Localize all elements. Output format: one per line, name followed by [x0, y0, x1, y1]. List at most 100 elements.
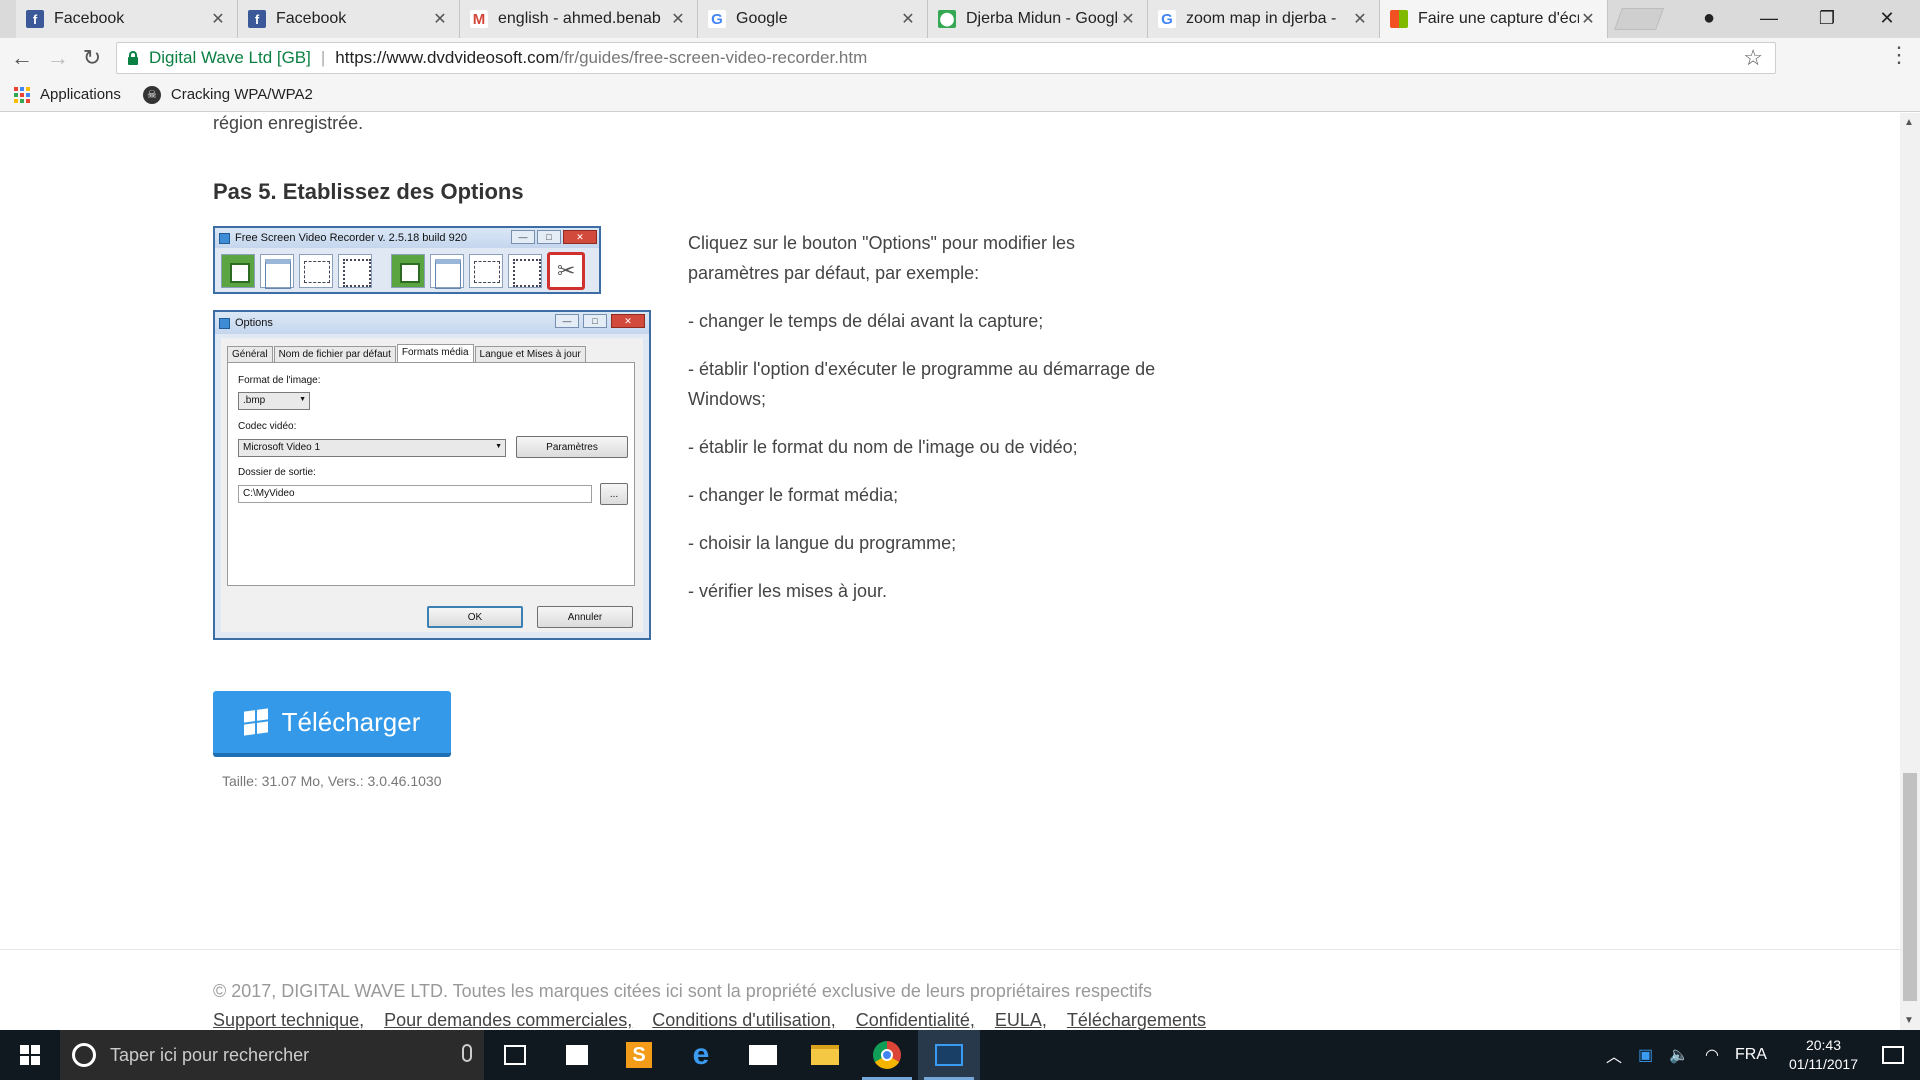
maximize-icon: □ [537, 230, 561, 244]
clock[interactable]: 20:43 01/11/2017 [1789, 1036, 1858, 1074]
capture-buttons [221, 252, 590, 290]
edge-button[interactable]: e [670, 1030, 732, 1080]
close-tab-icon[interactable]: ✕ [209, 9, 227, 29]
description-intro: Cliquez sur le bouton "Options" pour mod… [688, 233, 1075, 283]
description-item: - vérifier les mises à jour. [688, 581, 888, 601]
address-separator: | [320, 48, 326, 67]
tab-google[interactable]: G Google ✕ [698, 0, 928, 38]
ok-button: OK [427, 606, 523, 628]
close-tab-icon[interactable]: ✕ [431, 9, 449, 29]
windows-logo-icon [20, 1045, 40, 1065]
options-window-screenshot: Options — □ ✕ Général Nom de fichier par… [213, 310, 651, 640]
tab-title: Faire une capture d'écr [1418, 10, 1579, 27]
windows-logo-icon [1390, 10, 1408, 28]
tab-title: Djerba Midun - Google [966, 10, 1119, 27]
chrome-button[interactable] [856, 1030, 918, 1080]
footer-divider [0, 949, 1900, 950]
options-tab-general: Général [227, 346, 273, 362]
back-arrow-icon[interactable]: ← [8, 44, 36, 72]
options-body: Général Nom de fichier par défaut Format… [221, 338, 643, 632]
new-tab-button[interactable] [1613, 8, 1665, 30]
description-item: - établir l'option d'exécuter le program… [688, 359, 1156, 409]
tab-djerba-maps[interactable]: ⬤ Djerba Midun - Google ✕ [928, 0, 1148, 38]
skull-icon: ☠ [142, 85, 161, 104]
scroll-up-arrow-icon[interactable]: ▲ [1904, 117, 1914, 128]
task-view-button[interactable] [484, 1030, 546, 1080]
scroll-down-arrow-icon[interactable]: ▼ [1904, 1015, 1914, 1026]
close-tab-icon[interactable]: ✕ [1579, 9, 1597, 29]
tab-title: Facebook [276, 10, 347, 27]
bookmarks-bar: Applications ☠ Cracking WPA/WPA2 [0, 78, 1920, 112]
options-window-titlebar: Options — □ ✕ [215, 312, 649, 334]
volume-icon[interactable]: 🔈 [1669, 1045, 1689, 1065]
footer-links: Support technique, Pour demandes commerc… [213, 1010, 1226, 1030]
chrome-icon [873, 1041, 901, 1069]
action-center-icon[interactable] [1882, 1046, 1904, 1064]
reload-icon[interactable]: ↻ [78, 44, 106, 72]
close-window-button[interactable]: ✕ [1858, 0, 1916, 36]
sublime-text-button[interactable]: S [608, 1030, 670, 1080]
page-scrollbar[interactable]: ▲ ▼ [1900, 113, 1920, 1030]
description-item: - choisir la langue du programme; [688, 533, 957, 553]
close-icon: ✕ [611, 314, 645, 328]
show-hidden-icons-chevron-icon[interactable]: ︿ [1606, 1043, 1622, 1067]
bookmark-cracking[interactable]: ☠ Cracking WPA/WPA2 [142, 85, 313, 104]
step-title: Pas 5. Etablissez des Options [213, 179, 524, 204]
mail-button[interactable] [732, 1030, 794, 1080]
step-description: Cliquez sur le bouton "Options" pour mod… [688, 228, 1168, 624]
tab-title: english - ahmed.benab [498, 10, 661, 27]
tab-faire-capture[interactable]: Faire une capture d'écr ✕ [1380, 0, 1608, 38]
selection-capture-icon [338, 254, 372, 288]
footer-link-business[interactable]: Pour demandes commerciales, [384, 1010, 632, 1030]
address-bar[interactable]: Digital Wave Ltd [GB] | https://www.dvdv… [116, 42, 1776, 74]
description-item: - changer le format média; [688, 485, 899, 505]
file-explorer-button[interactable] [794, 1030, 856, 1080]
tab-facebook-1[interactable]: f Facebook ✕ [16, 0, 238, 38]
profile-icon[interactable]: ● [1680, 0, 1738, 36]
restore-button[interactable]: ❐ [1798, 0, 1856, 36]
microphone-icon[interactable] [462, 1044, 472, 1062]
output-folder-input: C:\MyVideo [238, 485, 592, 503]
start-button[interactable] [0, 1030, 60, 1080]
store-button[interactable] [546, 1030, 608, 1080]
close-tab-icon[interactable]: ✕ [1119, 9, 1137, 29]
tab-facebook-2[interactable]: f Facebook ✕ [238, 0, 460, 38]
tab-zoom-map[interactable]: G zoom map in djerba - ✕ [1148, 0, 1380, 38]
footer-link-privacy[interactable]: Confidentialité, [856, 1010, 975, 1030]
footer-link-terms[interactable]: Conditions d'utilisation, [652, 1010, 836, 1030]
fullscreen-video-icon [391, 254, 425, 288]
footer-link-support[interactable]: Support technique, [213, 1010, 364, 1030]
minimize-icon: — [511, 230, 535, 244]
minimize-icon: — [555, 314, 579, 328]
browse-button: ... [600, 483, 628, 505]
tool-window-title: Free Screen Video Recorder v. 2.5.18 bui… [235, 232, 467, 244]
capture-tray-icon[interactable]: ▣ [1638, 1045, 1653, 1065]
minimize-button[interactable]: — [1740, 0, 1798, 36]
footer-link-downloads[interactable]: Téléchargements [1067, 1010, 1206, 1030]
download-button[interactable]: Télécharger [213, 691, 451, 757]
wifi-icon[interactable]: ◠ [1705, 1045, 1719, 1065]
selection-video-icon [508, 254, 542, 288]
input-language[interactable]: FRA [1735, 1046, 1767, 1064]
taskbar-search[interactable]: Taper ici pour rechercher [60, 1030, 484, 1080]
close-tab-icon[interactable]: ✕ [1351, 9, 1369, 29]
cortana-icon [72, 1043, 96, 1067]
close-tab-icon[interactable]: ✕ [899, 9, 917, 29]
download-label: Télécharger [281, 706, 421, 737]
output-folder-label: Dossier de sortie: [238, 467, 316, 478]
scrollbar-thumb[interactable] [1903, 773, 1917, 1001]
forward-arrow-icon[interactable]: → [44, 44, 72, 72]
tool-window-titlebar: Free Screen Video Recorder v. 2.5.18 bui… [215, 228, 599, 248]
screen-capture-app-button[interactable] [918, 1030, 980, 1080]
bookmark-applications[interactable]: Applications [14, 86, 121, 103]
bookmark-star-icon[interactable]: ☆ [1743, 45, 1763, 71]
close-tab-icon[interactable]: ✕ [669, 9, 687, 29]
window-video-icon [430, 254, 464, 289]
footer-link-eula[interactable]: EULA, [995, 1010, 1047, 1030]
download-meta: Taille: 31.07 Mo, Vers.: 3.0.46.1030 [222, 773, 442, 789]
browser-toolbar: ← → ↻ Digital Wave Ltd [GB] | https://ww… [0, 38, 1920, 78]
windows-logo-icon [243, 708, 268, 736]
tab-gmail[interactable]: M english - ahmed.benab ✕ [460, 0, 698, 38]
google-maps-icon: ⬤ [938, 10, 956, 28]
chrome-menu-icon[interactable]: ⋮ [1888, 42, 1910, 68]
